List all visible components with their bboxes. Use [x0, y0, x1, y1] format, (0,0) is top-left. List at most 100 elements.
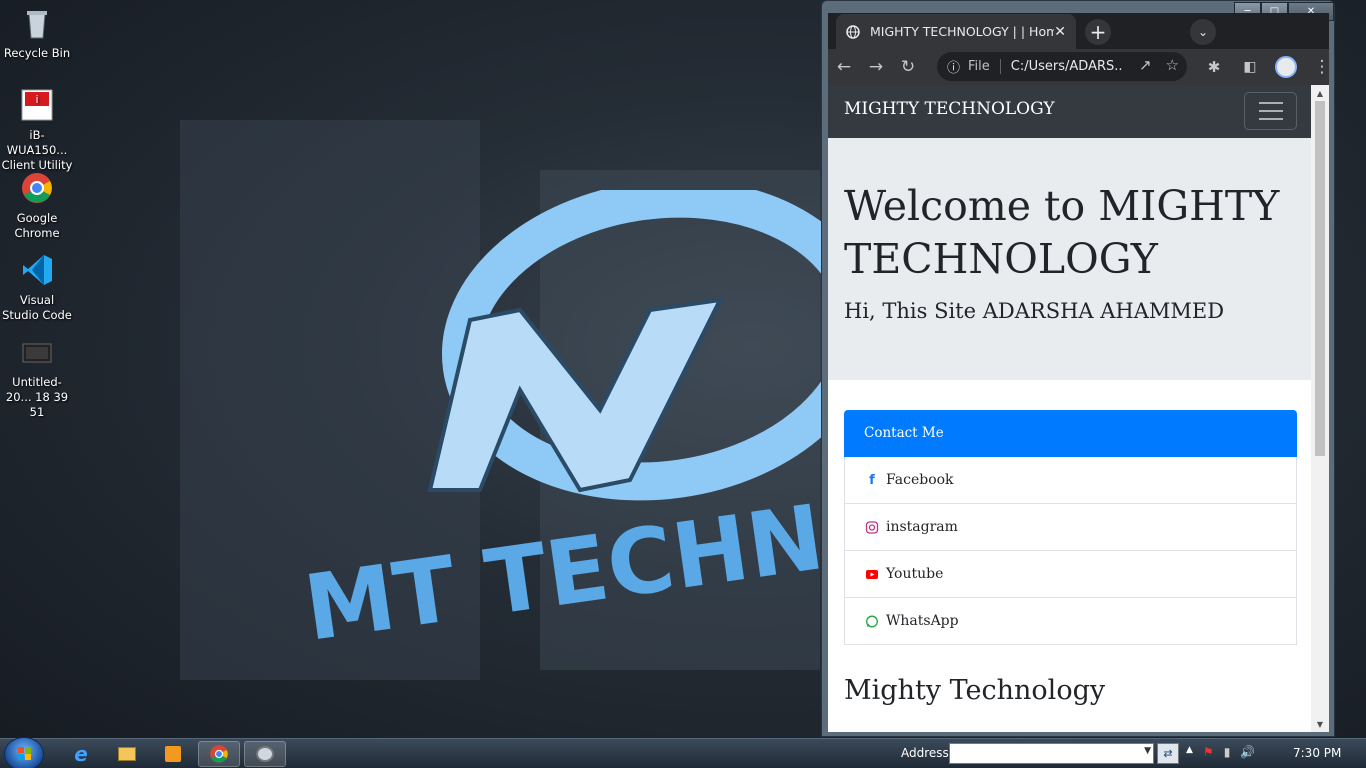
contact-list: Contact Me f Facebook instagram Youtube … — [844, 410, 1297, 645]
puzzle-icon: ✱ — [1207, 58, 1221, 76]
contact-item-facebook[interactable]: f Facebook — [844, 457, 1297, 504]
go-arrows-icon: ⇄ — [1163, 747, 1173, 760]
chrome-icon — [22, 173, 52, 203]
show-hidden-icons-icon[interactable]: ▲ — [1186, 745, 1193, 759]
avatar — [1275, 56, 1297, 78]
instagram-icon — [865, 520, 879, 534]
system-tray: ▲ ⚑ ▮ 🔊 — [1186, 745, 1255, 759]
navbar: MIGHTY TECHNOLOGY — [828, 85, 1311, 138]
whatsapp-icon — [866, 615, 878, 627]
more-vert-icon: ⋮ — [1313, 57, 1331, 77]
contact-item-label: WhatsApp — [886, 613, 959, 629]
youtube-icon — [866, 569, 878, 579]
contact-header: Contact Me — [844, 410, 1297, 457]
url-scheme: File — [968, 59, 1001, 74]
forward-button[interactable]: → — [860, 52, 892, 82]
media-player-icon — [165, 746, 181, 762]
dropdown-arrow-icon[interactable]: ▼ — [1144, 746, 1151, 756]
contact-item-label: Youtube — [886, 566, 944, 582]
reload-icon: ↻ — [900, 57, 916, 77]
navbar-toggler-button[interactable] — [1244, 92, 1297, 130]
scroll-down-arrow-icon[interactable]: ▼ — [1311, 716, 1329, 732]
page-viewport: MIGHTY TECHNOLOGY Welcome to MIGHTY TECH… — [828, 85, 1329, 732]
taskbar-paint[interactable] — [244, 741, 286, 767]
desktop-icon-vscode[interactable]: Visual Studio Code — [0, 253, 74, 323]
page-scrollbar[interactable]: ▲ ▼ — [1311, 85, 1329, 732]
extensions-button[interactable]: ✱ — [1198, 52, 1230, 82]
network-icon[interactable]: ▮ — [1224, 745, 1231, 759]
arrow-left-icon: ← — [836, 57, 852, 77]
side-panel-icon: ◧ — [1243, 59, 1257, 75]
contact-item-youtube[interactable]: Youtube — [844, 551, 1297, 598]
reload-button[interactable]: ↻ — [892, 52, 924, 82]
taskbar-media-player[interactable] — [152, 741, 194, 767]
desktop-icon-recycle-bin[interactable]: Recycle Bin — [0, 6, 74, 61]
desktop-icon-label: iB-WUA150... Client Utility — [1, 128, 73, 172]
tab-bar: MIGHTY TECHNOLOGY | | Home ✕ + ⌄ — [828, 13, 1329, 49]
desktop-icon-label: Recycle Bin — [3, 46, 71, 60]
desktop-icon-label: Visual Studio Code — [2, 293, 72, 322]
share-icon[interactable]: ↗ — [1139, 56, 1152, 74]
address-toolbar-input[interactable]: ▼ — [949, 743, 1154, 764]
contact-item-label: Facebook — [886, 472, 954, 488]
client-utility-icon: i — [21, 89, 53, 121]
desktop-icon-label: Google Chrome — [14, 211, 60, 240]
internet-explorer-icon: e — [74, 742, 88, 766]
desktop-icon-label: Untitled-20... 18 39 51 — [5, 375, 69, 419]
jumbotron-title: Welcome to MIGHTY TECHNOLOGY — [844, 182, 1280, 283]
contact-header-label: Contact Me — [864, 425, 944, 441]
jumbotron-lead: Hi, This Site ADARSHA AHAMMED — [844, 299, 1225, 323]
scroll-up-arrow-icon[interactable]: ▲ — [1311, 85, 1329, 101]
browser-toolbar: ← → ↻ ⓘ File C:/Users/ADARS... ↗ ☆ ✱ ◧ ⋮ — [828, 49, 1331, 85]
bookmark-star-icon[interactable]: ☆ — [1166, 56, 1179, 74]
desktop-icon-video-file[interactable]: Untitled-20... 18 39 51 — [0, 335, 74, 420]
plus-icon: + — [1089, 20, 1107, 44]
navbar-brand[interactable]: MIGHTY TECHNOLOGY — [844, 99, 1055, 119]
hamburger-icon — [1258, 102, 1283, 104]
side-panel-button[interactable]: ◧ — [1234, 52, 1266, 82]
taskbar: e Address ▼ ⇄ ▲ ⚑ ▮ 🔊 7:30 PM — [0, 737, 1366, 768]
tab-home[interactable]: MIGHTY TECHNOLOGY | | Home ✕ — [836, 14, 1076, 49]
desktop-icon-client-utility[interactable]: i iB-WUA150... Client Utility — [0, 88, 74, 173]
scroll-thumb[interactable] — [1315, 101, 1325, 456]
menu-button[interactable]: ⋮ — [1306, 52, 1338, 82]
arrow-right-icon: → — [868, 57, 884, 77]
taskbar-clock[interactable]: 7:30 PM — [1293, 746, 1341, 760]
wallpaper-logo: MT TECHN — [300, 190, 860, 662]
paint-icon — [256, 746, 274, 762]
tab-search-button[interactable]: ⌄ — [1190, 19, 1216, 45]
new-tab-button[interactable]: + — [1085, 19, 1111, 45]
contact-item-instagram[interactable]: instagram — [844, 504, 1297, 551]
volume-icon[interactable]: 🔊 — [1240, 745, 1255, 759]
chevron-down-icon: ⌄ — [1197, 25, 1209, 39]
section-title: Mighty Technology — [844, 675, 1106, 706]
svg-text:i: i — [35, 93, 38, 106]
address-go-button[interactable]: ⇄ — [1157, 743, 1179, 764]
taskbar-explorer[interactable] — [106, 741, 148, 767]
start-button[interactable] — [4, 737, 44, 768]
facebook-icon: f — [869, 472, 875, 488]
profile-button[interactable] — [1270, 52, 1302, 82]
video-file-icon — [22, 343, 52, 363]
desktop-icon-chrome[interactable]: Google Chrome — [0, 171, 74, 241]
address-bar[interactable]: ⓘ File C:/Users/ADARS... ↗ ☆ — [937, 52, 1187, 81]
taskbar-chrome[interactable] — [198, 741, 240, 767]
tab-title: MIGHTY TECHNOLOGY | | Home — [870, 24, 1055, 39]
browser-window: ─ □ ✕ MIGHTY TECHNOLOGY | | Home ✕ + ⌄ ←… — [821, 0, 1335, 737]
chrome-frame: MIGHTY TECHNOLOGY | | Home ✕ + ⌄ ← → ↻ ⓘ… — [828, 13, 1331, 732]
vscode-icon — [23, 255, 52, 285]
jumbotron: Welcome to MIGHTY TECHNOLOGY Hi, This Si… — [828, 138, 1311, 380]
back-button[interactable]: ← — [828, 52, 860, 82]
tab-close-icon[interactable]: ✕ — [1054, 24, 1066, 40]
action-center-flag-icon[interactable]: ⚑ — [1203, 745, 1214, 759]
contact-item-label: instagram — [886, 519, 958, 535]
url-text: C:/Users/ADARS... — [1010, 59, 1123, 74]
recycle-bin-icon — [27, 11, 47, 39]
globe-icon — [846, 24, 860, 39]
address-toolbar-label: Address — [901, 746, 949, 760]
taskbar-ie[interactable]: e — [60, 741, 102, 767]
folder-icon — [118, 747, 136, 761]
info-icon: ⓘ — [947, 61, 961, 76]
windows-logo-icon — [18, 747, 31, 760]
contact-item-whatsapp[interactable]: WhatsApp — [844, 598, 1297, 645]
